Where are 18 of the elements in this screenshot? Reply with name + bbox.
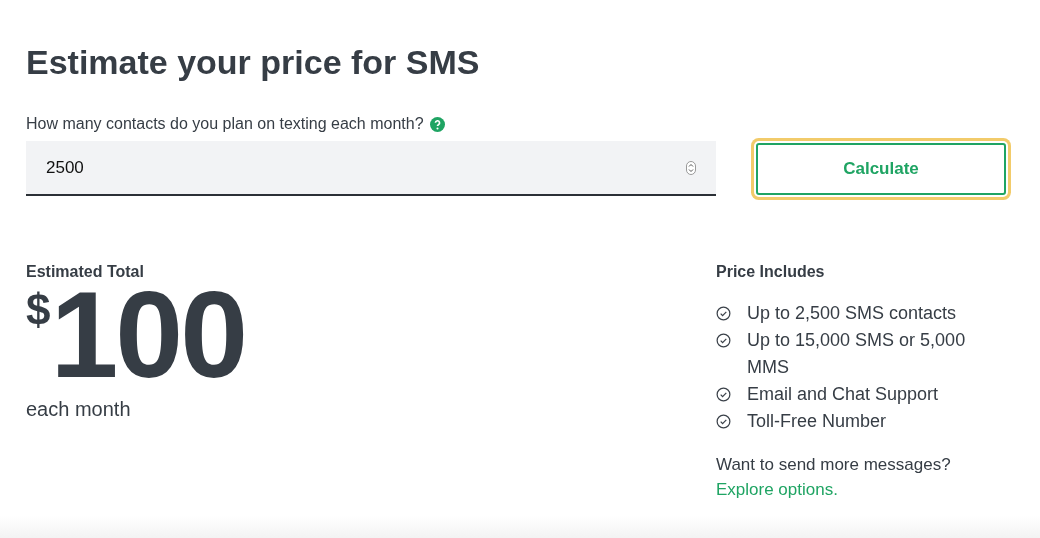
contacts-input-field[interactable]: 2500 bbox=[26, 141, 716, 196]
feature-text: Up to 15,000 SMS or 5,000 MMS bbox=[747, 329, 967, 379]
explore-options-link[interactable]: Explore options. bbox=[716, 477, 996, 503]
question-label: How many contacts do you plan on texting each month? bbox=[26, 115, 424, 133]
period-label: each month bbox=[26, 398, 132, 421]
includes-heading: Price Includes bbox=[716, 262, 826, 282]
currency-symbol: $ bbox=[26, 288, 51, 332]
check-circle-icon bbox=[716, 414, 731, 429]
check-circle-icon bbox=[716, 387, 731, 402]
feature-text: Email and Chat Support bbox=[747, 383, 939, 406]
page-title: Estimate your price for SMS bbox=[26, 42, 481, 83]
check-circle-icon bbox=[716, 306, 731, 321]
help-icon[interactable] bbox=[429, 116, 445, 132]
more-messages-text: Want to send more messages? bbox=[716, 454, 952, 476]
check-circle-icon bbox=[716, 333, 731, 348]
feature-text: Toll-Free Number bbox=[747, 410, 887, 433]
feature-text: Up to 2,500 SMS contacts bbox=[747, 302, 957, 325]
spinner-icon[interactable] bbox=[686, 161, 696, 175]
